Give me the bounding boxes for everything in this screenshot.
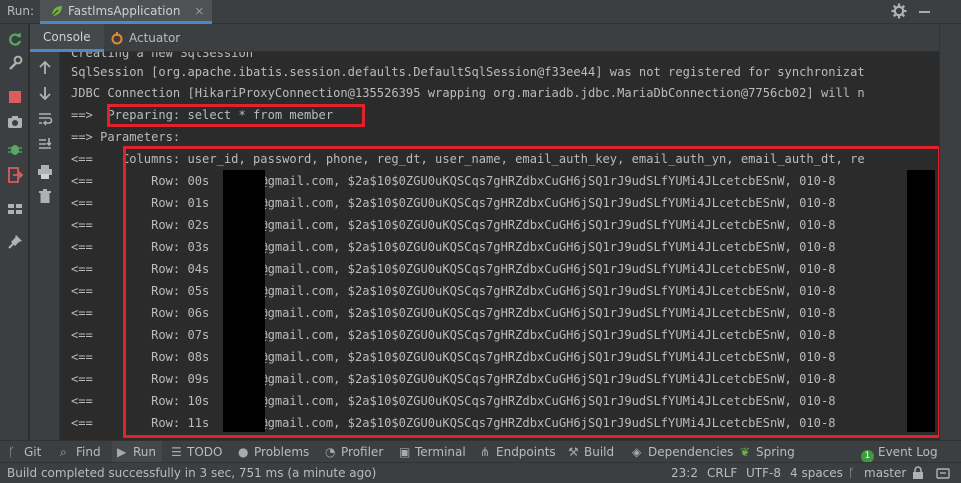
rerun-icon[interactable] bbox=[7, 31, 23, 47]
pin-icon[interactable] bbox=[7, 234, 23, 250]
toolwindow-dependencies[interactable]: ◈ Dependencies bbox=[632, 441, 733, 463]
right-gutter bbox=[939, 24, 961, 440]
tool-window-bar: ᚴ Git ⌕ Find ▶ Run ☰ TODO ● Problems ◔ Profile… bbox=[0, 440, 961, 463]
run-label: Run: bbox=[7, 4, 35, 18]
toolwindow-spring-label: Spring bbox=[756, 445, 795, 459]
toolwindow-event-log-label: Event Log bbox=[878, 445, 938, 459]
info-circle-icon: ● bbox=[238, 445, 249, 459]
file-encoding[interactable]: UTF-8 bbox=[746, 463, 781, 483]
trash-icon[interactable] bbox=[37, 188, 53, 204]
toolwindow-git-label: Git bbox=[24, 445, 42, 459]
caret-position[interactable]: 23:2 bbox=[671, 463, 698, 483]
toolwindow-problems-label: Problems bbox=[254, 445, 310, 459]
play-icon: ▶ bbox=[117, 445, 127, 459]
toolwindow-problems[interactable]: ● Problems bbox=[238, 441, 309, 463]
wrench-icon[interactable] bbox=[7, 55, 23, 71]
toolwindow-build-label: Build bbox=[584, 445, 615, 459]
spring-leaf-icon bbox=[51, 6, 62, 17]
run-left-toolbar bbox=[0, 24, 29, 440]
minimize-icon[interactable] bbox=[919, 11, 930, 13]
git-branch-icon: ᚴ bbox=[8, 445, 16, 459]
highlight-box-preparing bbox=[107, 104, 365, 127]
close-icon[interactable]: × bbox=[194, 4, 204, 18]
tab-actuator-label: Actuator bbox=[129, 31, 181, 45]
arrow-up-icon[interactable] bbox=[37, 60, 53, 76]
run-config-tab[interactable]: FastlmsApplication × bbox=[40, 0, 213, 24]
git-branch-icon: ᚴ bbox=[848, 466, 856, 480]
toolwindow-find[interactable]: ⌕ Find bbox=[60, 441, 101, 463]
toolwindow-endpoints[interactable]: ⋔ Endpoints bbox=[480, 441, 556, 463]
layout-icon[interactable] bbox=[7, 201, 23, 217]
toolwindow-run-label: Run bbox=[133, 445, 157, 459]
toolwindow-terminal-label: Terminal bbox=[415, 445, 466, 459]
lock-icon[interactable] bbox=[911, 466, 925, 480]
endpoints-icon: ⋔ bbox=[480, 445, 491, 459]
console-toolbar bbox=[30, 52, 60, 440]
console-subtabs: Console Actuator bbox=[30, 24, 939, 52]
run-window-header: Run: FastlmsApplication × bbox=[0, 0, 961, 24]
git-branch[interactable]: master bbox=[864, 463, 906, 483]
run-tab-title: FastlmsApplication bbox=[68, 4, 181, 18]
soft-wrap-icon[interactable] bbox=[37, 111, 53, 127]
toolwindow-git[interactable]: ᚴ Git bbox=[8, 441, 41, 463]
indent-setting[interactable]: 4 spaces bbox=[790, 463, 843, 483]
scroll-to-end-icon[interactable] bbox=[37, 136, 53, 152]
tab-actuator[interactable]: Actuator bbox=[110, 24, 180, 52]
toolwindow-spring[interactable]: ❦ Spring bbox=[740, 441, 795, 463]
toolwindow-terminal[interactable]: ▣ Terminal bbox=[399, 441, 466, 463]
camera-icon[interactable] bbox=[7, 114, 23, 130]
toolwindow-build[interactable]: ⚒ Build bbox=[568, 441, 614, 463]
status-message[interactable]: Build completed successfully in 3 sec, 7… bbox=[7, 463, 376, 483]
tab-console[interactable]: Console bbox=[30, 24, 104, 52]
status-bar: Build completed successfully in 3 sec, 7… bbox=[0, 462, 961, 483]
toolwindow-run[interactable]: ▶ Run bbox=[112, 441, 163, 463]
search-icon: ⌕ bbox=[60, 445, 67, 459]
toolwindow-find-label: Find bbox=[76, 445, 101, 459]
highlight-box-results bbox=[123, 146, 939, 438]
toolwindow-event-log[interactable]: 1 Event Log bbox=[861, 441, 938, 463]
profiler-icon: ◔ bbox=[325, 445, 336, 459]
toolwindow-profiler[interactable]: ◔ Profiler bbox=[325, 441, 383, 463]
spring-leaf-icon: ❦ bbox=[740, 445, 751, 459]
list-icon: ☰ bbox=[171, 445, 182, 459]
toolwindow-todo-label: TODO bbox=[187, 445, 223, 459]
console-line: SqlSession [org.apache.ibatis.session.de… bbox=[71, 65, 865, 79]
gear-icon[interactable] bbox=[891, 3, 907, 19]
toolwindow-dependencies-label: Dependencies bbox=[648, 445, 734, 459]
toolwindow-endpoints-label: Endpoints bbox=[496, 445, 556, 459]
line-separator[interactable]: CRLF bbox=[707, 463, 737, 483]
actuator-icon bbox=[111, 32, 123, 45]
terminal-icon: ▣ bbox=[399, 445, 411, 459]
stop-icon[interactable] bbox=[7, 89, 23, 105]
debug-bug-icon[interactable] bbox=[7, 141, 23, 157]
toolwindow-todo[interactable]: ☰ TODO bbox=[171, 441, 222, 463]
arrow-down-icon[interactable] bbox=[37, 85, 53, 101]
toolwindow-profiler-label: Profiler bbox=[341, 445, 384, 459]
exit-icon[interactable] bbox=[7, 167, 23, 183]
layers-icon: ◈ bbox=[632, 445, 642, 459]
hammer-icon: ⚒ bbox=[568, 445, 579, 459]
memory-indicator-icon[interactable] bbox=[936, 466, 950, 480]
print-icon[interactable] bbox=[37, 164, 53, 180]
console-output[interactable]: Creating a new SqlSession SqlSession [or… bbox=[61, 52, 939, 440]
